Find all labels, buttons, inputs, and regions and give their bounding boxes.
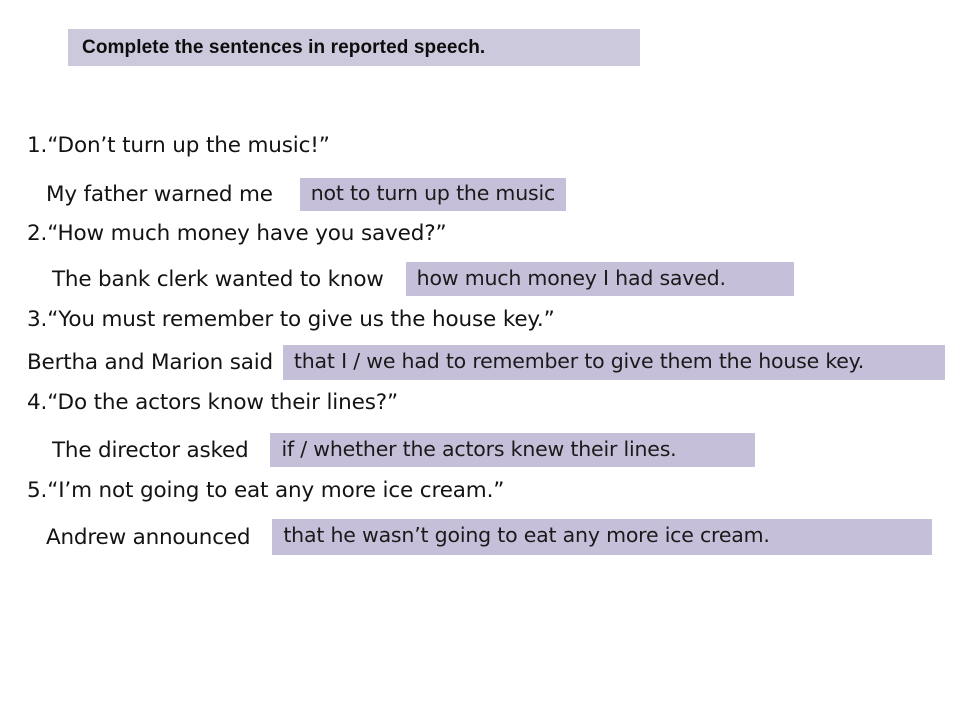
answer-box-2[interactable]: how much money I had saved. (405, 262, 794, 296)
answer-row-1: My father warned me not to turn up the m… (46, 178, 567, 211)
quote-prompt-4: 4.“Do the actors know their lines?” (27, 390, 398, 415)
answer-row-3: Bertha and Marion said that I / we had t… (27, 345, 945, 380)
answer-box-5[interactable]: that he wasn’t going to eat any more ice… (272, 519, 933, 555)
lead-in-3: Bertha and Marion said (27, 350, 273, 375)
answer-row-5: Andrew announced that he wasn’t going to… (46, 519, 933, 555)
lead-in-4: The director asked (52, 437, 249, 463)
answer-box-3[interactable]: that I / we had to remember to give them… (282, 345, 945, 380)
answer-box-4[interactable]: if / whether the actors knew their lines… (270, 433, 756, 467)
lead-in-5: Andrew announced (46, 524, 251, 550)
lead-in-2: The bank clerk wanted to know (52, 266, 384, 292)
quote-prompt-2: 2.“How much money have you saved?” (27, 221, 447, 246)
quote-prompt-3: 3.“You must remember to give us the hous… (27, 307, 555, 332)
quote-prompt-1: 1.“Don’t turn up the music!” (27, 133, 330, 158)
answer-row-2: The bank clerk wanted to know how much m… (52, 262, 794, 296)
slide-canvas: Complete the sentences in reported speec… (0, 0, 960, 720)
answer-box-1[interactable]: not to turn up the music (299, 178, 567, 211)
lead-in-1: My father warned me (46, 182, 273, 207)
answer-row-4: The director asked if / whether the acto… (52, 433, 756, 467)
exercise-list: 1.“Don’t turn up the music!” My father w… (0, 0, 960, 720)
quote-prompt-5: 5.“I’m not going to eat any more ice cre… (27, 478, 505, 503)
